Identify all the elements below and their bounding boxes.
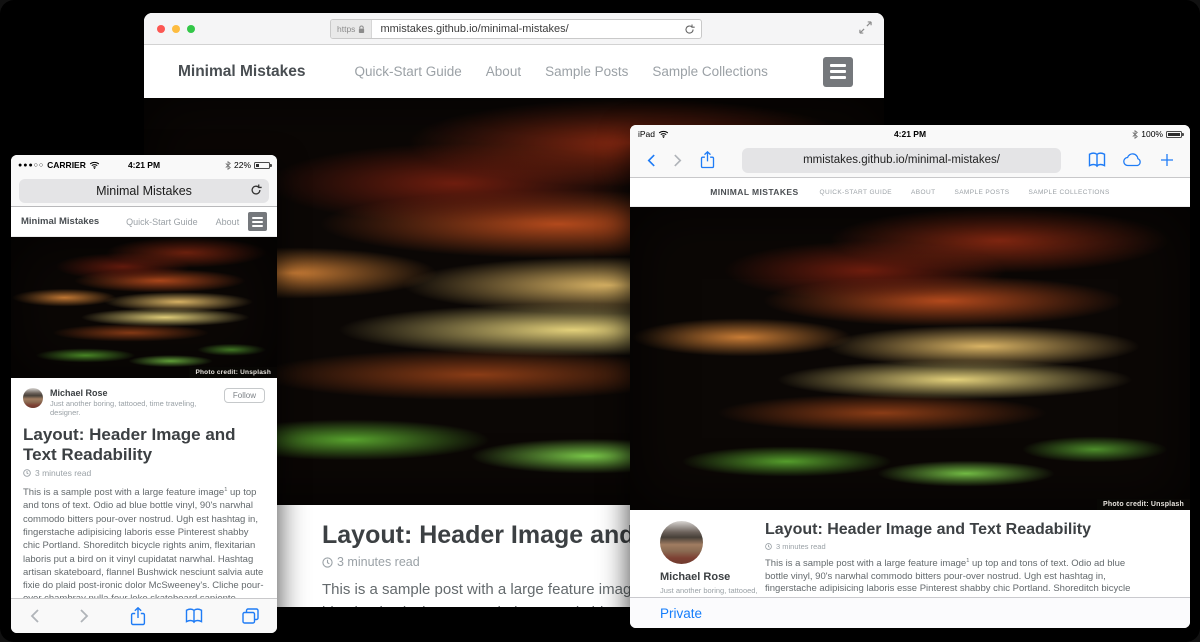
clock-icon <box>322 557 333 568</box>
site-brand[interactable]: Minimal Mistakes <box>178 63 306 81</box>
nav-item-sample-posts[interactable]: SAMPLE POSTS <box>954 189 1009 196</box>
share-icon[interactable] <box>700 151 715 169</box>
https-badge: https <box>331 20 372 38</box>
back-icon[interactable] <box>646 153 656 168</box>
avatar <box>23 388 43 408</box>
photo-credit-badge: Photo credit: Unsplash <box>1097 499 1190 510</box>
iphone-article: Michael Rose Just another boring, tattoo… <box>11 378 277 598</box>
post-body: This is a sample post with a large featu… <box>765 558 1150 597</box>
iphone-safari-toolbar <box>11 598 277 633</box>
icloud-tabs-icon[interactable] <box>1123 153 1143 167</box>
bookmarks-icon[interactable] <box>1088 152 1106 168</box>
nav-item-about[interactable]: About <box>486 64 521 79</box>
url-text: mmistakes.github.io/minimal-mistakes/ <box>803 154 1000 166</box>
hamburger-menu-button[interactable] <box>248 212 267 231</box>
battery-icon <box>254 162 270 169</box>
nav-item-sample-collections[interactable]: Sample Collections <box>652 64 768 79</box>
bluetooth-icon <box>225 161 231 170</box>
lock-icon <box>358 25 365 34</box>
battery-percent: 100% <box>1141 129 1163 139</box>
minimize-window-icon[interactable] <box>172 25 180 33</box>
author-sidebar: Michael Rose Just another boring, tattoo… <box>630 510 765 597</box>
private-browsing-bar: Private <box>630 597 1190 628</box>
feature-image: Photo credit: Unsplash <box>11 237 277 378</box>
iphone-url-bar: Minimal Mistakes <box>11 175 277 207</box>
nav-item-quick-start-guide[interactable]: Quick-Start Guide <box>355 64 462 79</box>
close-window-icon[interactable] <box>157 25 165 33</box>
share-icon[interactable] <box>130 607 146 626</box>
bluetooth-icon <box>1132 130 1138 139</box>
nav-item-quick-start-guide[interactable]: Quick-Start Guide <box>126 217 198 227</box>
nav-item-about[interactable]: About <box>216 217 240 227</box>
ipad-screen: iPad 4:21 PM 100% mmistakes.github.io/mi… <box>630 125 1190 628</box>
iphone-address-field[interactable]: Minimal Mistakes <box>19 179 269 203</box>
photo-credit-badge: Photo credit: Unsplash <box>189 367 277 378</box>
hamburger-menu-button[interactable] <box>823 57 853 87</box>
author-bio: Just another boring, tattooed, time trav… <box>50 399 217 417</box>
ipad-status-bar: iPad 4:21 PM 100% <box>630 125 1190 143</box>
bookmarks-icon[interactable] <box>185 608 203 624</box>
clock-icon <box>23 469 31 477</box>
clock-icon <box>765 543 772 550</box>
page-title: Minimal Mistakes <box>96 184 192 198</box>
read-time: 3 minutes read <box>35 468 91 478</box>
ipad-article: Michael Rose Just another boring, tattoo… <box>630 510 1190 597</box>
url-text: mmistakes.github.io/minimal-mistakes/ <box>372 23 684 35</box>
ipad-safari-toolbar: mmistakes.github.io/minimal-mistakes/ <box>630 143 1190 178</box>
window-controls[interactable] <box>157 25 195 33</box>
read-time: 3 minutes read <box>337 555 420 569</box>
read-time: 3 minutes read <box>776 542 826 551</box>
iphone-site-nav: Minimal Mistakes Quick-Start Guide About <box>11 207 277 237</box>
new-tab-icon[interactable] <box>1160 153 1174 167</box>
ipad-address-field[interactable]: mmistakes.github.io/minimal-mistakes/ <box>742 148 1061 173</box>
https-label: https <box>337 24 355 34</box>
nav-item-sample-posts[interactable]: Sample Posts <box>545 64 628 79</box>
site-brand[interactable]: MINIMAL MISTAKES <box>710 187 798 197</box>
post-title: Layout: Header Image and Text Readabilit… <box>23 425 258 464</box>
reload-icon[interactable] <box>684 24 695 35</box>
tabs-icon[interactable] <box>242 608 259 624</box>
author-block: Michael Rose Just another boring, tattoo… <box>23 388 265 417</box>
device-mockup-canvas: https mmistakes.github.io/minimal-mistak… <box>0 0 1200 642</box>
nav-item-quick-start-guide[interactable]: QUICK-START GUIDE <box>820 189 893 196</box>
post-title: Layout: Header Image and Text Readabilit… <box>765 521 1150 539</box>
private-button[interactable]: Private <box>660 606 702 621</box>
reload-icon[interactable] <box>250 184 262 196</box>
nav-item-sample-collections[interactable]: SAMPLE COLLECTIONS <box>1028 189 1109 196</box>
back-icon[interactable] <box>29 608 40 624</box>
forward-icon[interactable] <box>673 153 683 168</box>
iphone-status-bar: ●●●○○ CARRIER 4:21 PM 22% <box>11 155 277 175</box>
author-bio: Just another boring, tattooed, time trav… <box>660 586 768 595</box>
desktop-browser-chrome: https mmistakes.github.io/minimal-mistak… <box>144 13 884 45</box>
post-body: This is a sample post with a large featu… <box>23 486 265 598</box>
nav-item-about[interactable]: ABOUT <box>911 189 935 196</box>
fullscreen-icon[interactable] <box>859 21 872 34</box>
address-bar[interactable]: https mmistakes.github.io/minimal-mistak… <box>330 19 702 39</box>
battery-percent: 22% <box>234 160 251 170</box>
battery-icon <box>1166 131 1182 138</box>
status-time: 4:21 PM <box>630 129 1190 139</box>
author-name: Michael Rose <box>50 388 217 398</box>
forward-icon[interactable] <box>79 608 90 624</box>
site-brand[interactable]: Minimal Mistakes <box>21 216 99 227</box>
desktop-site-nav: Minimal Mistakes Quick-Start Guide About… <box>144 45 884 98</box>
ipad-site-nav: MINIMAL MISTAKES QUICK-START GUIDE ABOUT… <box>630 178 1190 207</box>
follow-button[interactable]: Follow <box>224 388 265 403</box>
iphone-screen: ●●●○○ CARRIER 4:21 PM 22% Minimal Mistak… <box>11 155 277 633</box>
feature-image: Photo credit: Unsplash <box>630 207 1190 510</box>
author-name: Michael Rose <box>660 571 765 583</box>
avatar <box>660 521 703 564</box>
zoom-window-icon[interactable] <box>187 25 195 33</box>
